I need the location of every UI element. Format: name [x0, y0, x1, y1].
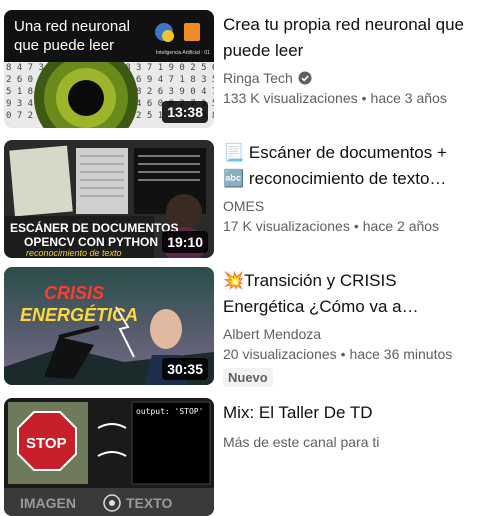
- video-title-3-line-1: Transición y CRISIS: [244, 271, 397, 290]
- thumb-text-line-3: IMAGEN: [20, 495, 76, 511]
- verified-badge-icon: [298, 71, 312, 85]
- video-item-1[interactable]: 8 4 7 3 9 1 0 5 2 6 4 8 3 7 1 9 0 2 5 6 …: [0, 0, 487, 130]
- video-stats-1: 133 K visualizaciones • hace 3 años: [223, 90, 447, 106]
- view-count-2: 17 K visualizaciones: [223, 218, 350, 234]
- video-title-3-line-2: Energética ¿Cómo va a…: [223, 297, 419, 316]
- video-item-4[interactable]: STOP output: 'STOP' IMAGEN TEXTO Mix: El…: [0, 390, 487, 516]
- video-title-2[interactable]: 📃 Escáner de documentos + 🔤 reconocimien…: [223, 140, 481, 192]
- video-thumbnail-2[interactable]: ESCÁNER DE DOCUMENTOS OPENCV CON PYTHON …: [4, 140, 214, 258]
- video-title-2-line-1: Escáner de documentos +: [248, 143, 447, 162]
- explosion-emoji-icon: 💥: [223, 271, 245, 291]
- thumb-text-line-4: TEXTO: [126, 495, 173, 511]
- thumb-text-line-2: OPENCV CON PYTHON: [24, 235, 158, 249]
- thumb-text-line-2: que puede leer: [14, 37, 114, 54]
- thumb-text-line-3: reconocimiento de texto: [26, 248, 122, 258]
- channel-name-3[interactable]: Albert Mendoza: [223, 324, 321, 344]
- video-thumbnail-1[interactable]: 8 4 7 3 9 1 0 5 2 6 4 8 3 7 1 9 0 2 5 6 …: [4, 10, 214, 128]
- document-emoji-icon: 📃: [223, 143, 245, 163]
- video-title-2-line-2: reconocimiento de texto…: [248, 169, 447, 188]
- mix-subtitle-row: Más de este canal para ti: [223, 432, 481, 452]
- video-duration-3: 30:35: [162, 358, 208, 380]
- mix-title[interactable]: Mix: El Taller De TD: [223, 400, 481, 426]
- thumb-text-line-2: output: 'STOP': [136, 407, 203, 416]
- abc-emoji-icon: 🔤: [223, 169, 245, 189]
- new-badge: Nuevo: [223, 368, 273, 387]
- thumb-text-line-1: STOP: [26, 435, 67, 452]
- stop-sign-ocr-thumbnail-image: STOP output: 'STOP' IMAGEN TEXTO: [4, 398, 214, 516]
- video-thumbnail-4[interactable]: STOP output: 'STOP' IMAGEN TEXTO: [4, 398, 214, 516]
- svg-text:Inteligencia Artificial · 01: Inteligencia Artificial · 01: [156, 50, 210, 56]
- channel-row-3[interactable]: Albert Mendoza: [223, 324, 481, 344]
- channel-name-2[interactable]: OMES: [223, 196, 264, 216]
- video-stats-3: 20 visualizaciones • hace 36 minutos: [223, 346, 453, 362]
- video-duration-2: 19:10: [162, 231, 208, 253]
- video-thumbnail-3[interactable]: CRISIS ENERGÉTICA 30:35: [4, 267, 214, 385]
- video-stats-2: 17 K visualizaciones • hace 2 años: [223, 218, 440, 234]
- video-item-2[interactable]: ESCÁNER DE DOCUMENTOS OPENCV CON PYTHON …: [0, 130, 487, 258]
- channel-row-1[interactable]: Ringa Tech: [223, 68, 481, 88]
- video-duration-1: 13:38: [162, 101, 208, 123]
- upload-age-1: hace 3 años: [370, 90, 447, 106]
- upload-age-2: hace 2 años: [362, 218, 440, 234]
- thumb-text-line-2: ENERGÉTICA: [20, 304, 138, 325]
- channel-name-1[interactable]: Ringa Tech: [223, 68, 293, 88]
- thumb-text-line-1: Una red neuronal: [14, 18, 130, 35]
- video-item-3[interactable]: CRISIS ENERGÉTICA 30:35 💥Transición y CR…: [0, 258, 487, 388]
- view-count-1: 133 K visualizaciones: [223, 90, 358, 106]
- thumb-text-line-1: ESCÁNER DE DOCUMENTOS: [10, 220, 178, 235]
- video-title-3[interactable]: 💥Transición y CRISIS Energética ¿Cómo va…: [223, 268, 481, 320]
- mix-subtitle: Más de este canal para ti: [223, 434, 380, 450]
- upload-age-3: hace 36 minutos: [349, 346, 453, 362]
- view-count-3: 20 visualizaciones: [223, 346, 337, 362]
- channel-row-2[interactable]: OMES: [223, 196, 481, 216]
- video-title-1[interactable]: Crea tu propia red neuronal que puede le…: [223, 12, 481, 64]
- thumb-text-line-1: CRISIS: [44, 283, 104, 303]
